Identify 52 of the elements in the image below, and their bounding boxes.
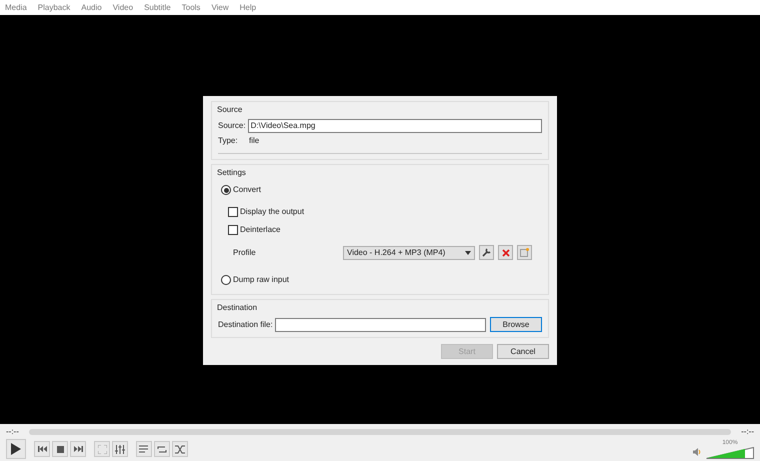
loop-button[interactable] xyxy=(154,441,170,457)
group-title: Settings xyxy=(217,167,247,179)
elapsed-time: --:-- xyxy=(6,426,19,438)
menu-item[interactable]: Video xyxy=(112,2,134,14)
field-label: Destination file: xyxy=(218,318,273,330)
group-title: Destination xyxy=(217,302,258,314)
new-profile-icon xyxy=(520,248,529,257)
next-icon xyxy=(74,446,82,452)
shuffle-icon xyxy=(175,444,185,454)
checkbox-option[interactable]: Display the output xyxy=(228,206,304,218)
previous-button[interactable] xyxy=(34,441,50,457)
wrench-icon xyxy=(482,248,491,257)
stop-icon xyxy=(56,446,64,452)
playlist-button[interactable] xyxy=(136,441,152,457)
equalizer-button[interactable] xyxy=(112,441,128,457)
remaining-time: --:-- xyxy=(741,426,754,438)
edit-profile-button[interactable] xyxy=(479,245,494,260)
type-value: file xyxy=(249,135,260,147)
fullscreen-icon xyxy=(98,444,106,454)
field-label: Source: xyxy=(218,120,246,132)
play-button[interactable] xyxy=(6,439,26,459)
loop-icon xyxy=(157,444,167,454)
field-label: Type: xyxy=(218,135,239,147)
profile-label: Profile xyxy=(233,246,257,258)
previous-icon xyxy=(38,446,46,452)
menu-item[interactable]: Playback xyxy=(38,2,70,14)
caret-icon xyxy=(465,250,471,254)
volume-slider[interactable] xyxy=(706,446,754,458)
close-icon xyxy=(502,248,510,256)
equalizer-icon xyxy=(115,444,125,454)
play-icon xyxy=(11,443,21,455)
stop-button[interactable] xyxy=(52,441,68,457)
menu-item[interactable]: Subtitle xyxy=(144,2,171,14)
radio-option[interactable]: Dump raw input xyxy=(221,274,290,286)
source-field[interactable]: D:\Video\Sea.mpg xyxy=(248,119,542,133)
radio-option[interactable]: Convert xyxy=(221,184,262,196)
menu-item[interactable]: Tools xyxy=(182,2,200,14)
delete-profile-button[interactable] xyxy=(498,245,513,260)
menu-item[interactable]: Audio xyxy=(81,2,102,14)
cancel-button[interactable]: Cancel xyxy=(497,344,549,359)
menu-item[interactable]: Media xyxy=(5,2,27,14)
shuffle-button[interactable] xyxy=(172,441,188,457)
menu-item[interactable]: View xyxy=(211,2,229,14)
browse-button[interactable]: Browse xyxy=(490,317,542,332)
profile-dropdown[interactable]: Video - H.264 + MP3 (MP4) xyxy=(343,246,475,260)
playlist-icon xyxy=(139,445,149,453)
checkbox-option[interactable]: Deinterlace xyxy=(228,224,280,236)
destination-field[interactable] xyxy=(274,318,486,332)
speaker-icon[interactable] xyxy=(693,448,701,456)
next-button[interactable] xyxy=(70,441,86,457)
menu-item[interactable]: Help xyxy=(240,2,256,14)
group-title: Source xyxy=(217,104,244,116)
